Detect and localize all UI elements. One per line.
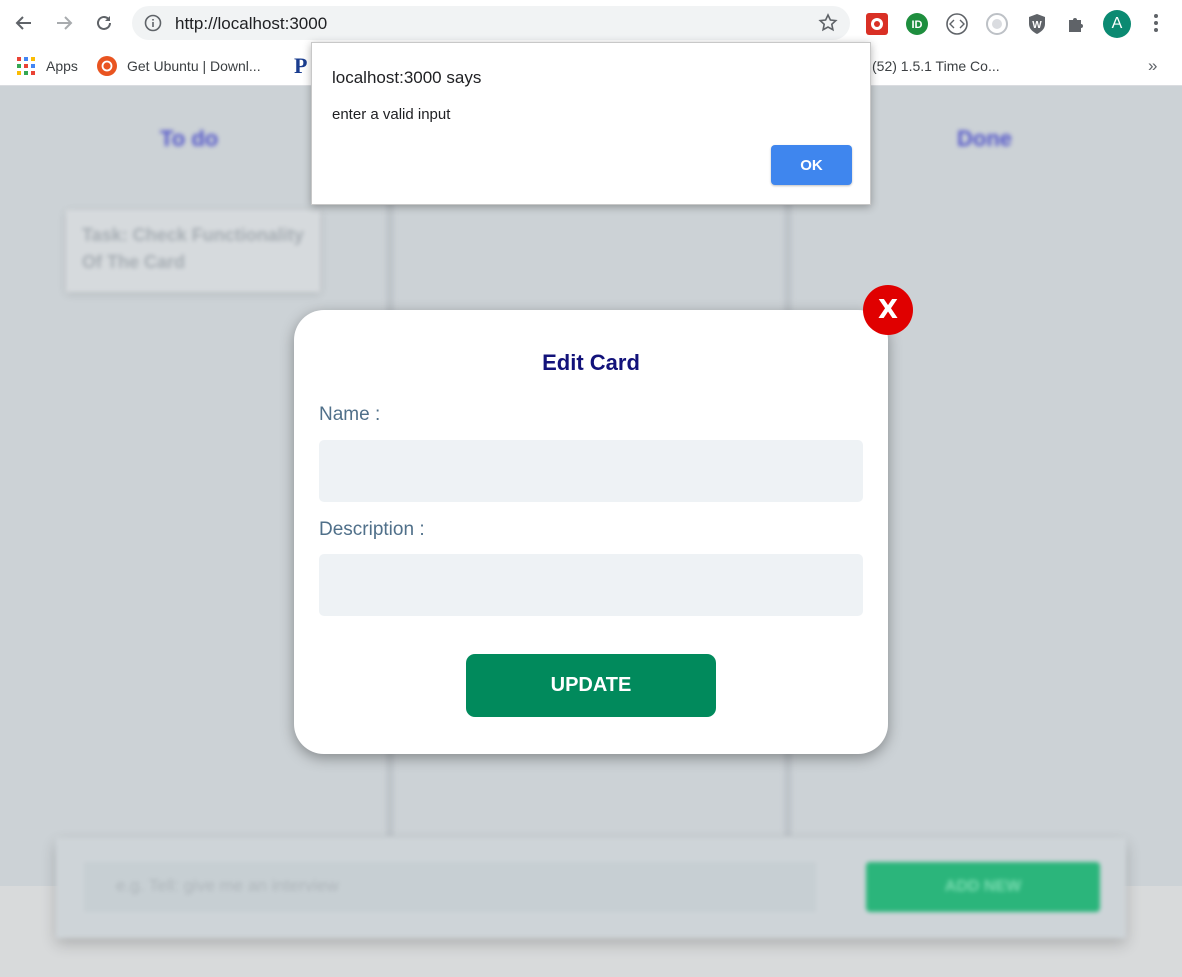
bookmark-label: Get Ubuntu | Downl...	[127, 58, 261, 74]
extension-shield-w-icon[interactable]: W	[1025, 12, 1049, 36]
column-title-done: Done	[957, 126, 1012, 151]
add-task-input[interactable]: e.g. Tell: give me an interview	[84, 862, 816, 912]
extension-green-id-icon[interactable]: ID	[905, 12, 929, 36]
task-card[interactable]: Task: Check Functionality Of The Card	[66, 210, 320, 292]
bookmarks-overflow-icon[interactable]: »	[1148, 56, 1157, 76]
bookmark-label: (52) 1.5.1 Time Co...	[872, 58, 1000, 74]
forward-arrow-icon[interactable]	[50, 9, 78, 37]
extension-circle-icon[interactable]	[985, 12, 1009, 36]
back-arrow-icon[interactable]	[10, 9, 38, 37]
apps-grid-icon	[16, 56, 36, 76]
alert-title: localhost:3000 says	[332, 68, 482, 87]
description-input[interactable]	[319, 554, 863, 616]
alert-message: enter a valid input	[332, 106, 451, 123]
bookmark-label: Apps	[46, 58, 78, 74]
column-title-todo: To do	[160, 126, 219, 151]
bookmark-star-icon[interactable]	[818, 13, 838, 33]
edit-card-modal: Edit Card Name : Description : UPDATE	[294, 310, 888, 754]
add-new-button[interactable]: ADD NEW	[866, 862, 1100, 912]
bookmark-time-co[interactable]: (52) 1.5.1 Time Co...	[872, 55, 1000, 77]
name-label: Name :	[319, 404, 381, 425]
url-text: http://localhost:3000	[175, 14, 328, 33]
extension-bug-icon[interactable]	[865, 12, 889, 36]
bookmark-label: P	[294, 53, 308, 78]
bookmark-apps[interactable]: Apps	[16, 55, 78, 77]
svg-text:W: W	[1032, 20, 1042, 31]
profile-avatar[interactable]: A	[1103, 10, 1131, 38]
reload-icon[interactable]	[90, 9, 118, 37]
description-label: Description :	[319, 519, 425, 540]
add-task-bar: e.g. Tell: give me an interview ADD NEW	[56, 838, 1126, 938]
browser-toolbar: http://localhost:3000 ID W A	[0, 0, 1182, 46]
update-button[interactable]: UPDATE	[466, 654, 716, 717]
extension-code-icon[interactable]	[945, 12, 969, 36]
address-bar[interactable]: http://localhost:3000	[132, 6, 850, 40]
bookmark-p[interactable]: P	[294, 53, 308, 78]
bookmark-get-ubuntu[interactable]: Get Ubuntu | Downl...	[97, 55, 261, 77]
menu-kebab-icon[interactable]	[1146, 11, 1166, 35]
name-input[interactable]	[319, 440, 863, 502]
info-icon[interactable]	[144, 14, 162, 32]
modal-title: Edit Card	[542, 350, 640, 375]
svg-text:ID: ID	[912, 19, 923, 31]
ubuntu-logo-icon	[97, 56, 117, 76]
alert-ok-button[interactable]: OK	[771, 145, 852, 185]
alert-dialog: localhost:3000 says enter a valid input …	[311, 42, 871, 205]
extensions-puzzle-icon[interactable]	[1065, 12, 1089, 36]
close-modal-button[interactable]: X	[863, 285, 913, 335]
